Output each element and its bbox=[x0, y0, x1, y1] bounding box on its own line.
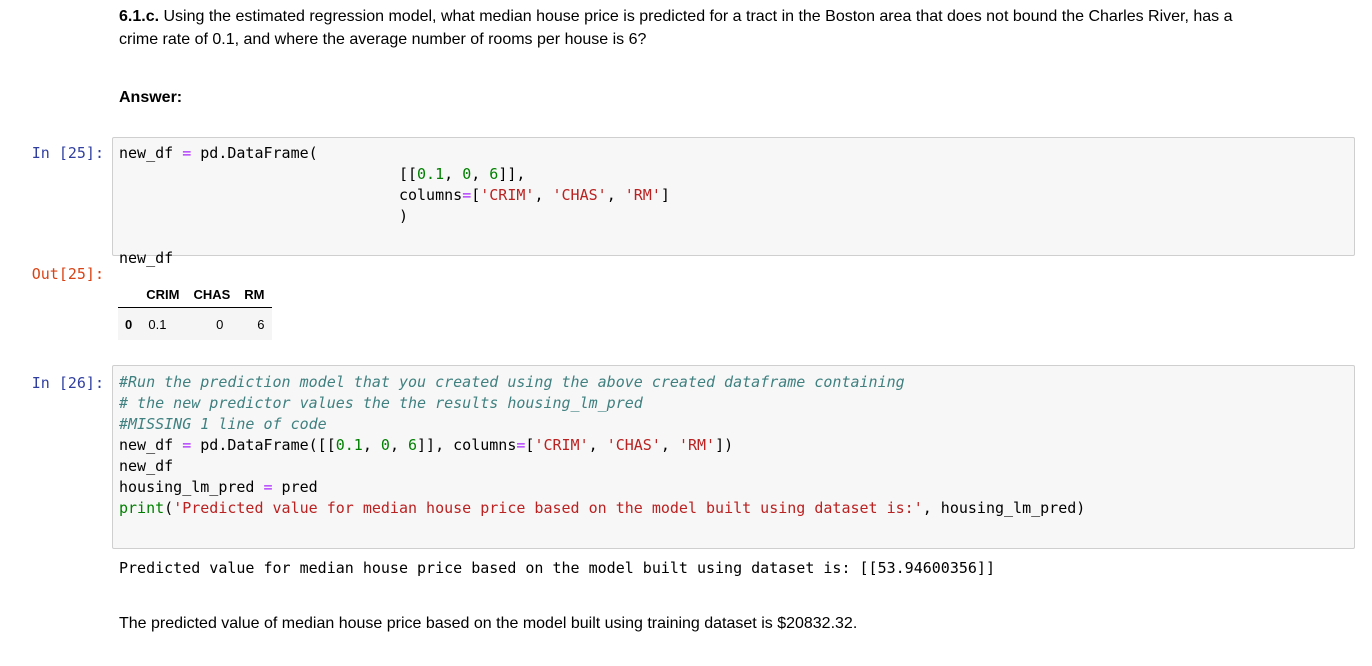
question-label: 6.1.c. bbox=[119, 8, 160, 25]
question-body-1: Using the estimated regression model, wh… bbox=[159, 8, 1233, 25]
column-header: CRIM bbox=[139, 282, 187, 308]
code-editor-25[interactable]: new_df = pd.DataFrame( [[0.1, 0, 6]], co… bbox=[119, 143, 670, 269]
table-cell: 0 bbox=[216, 316, 224, 332]
column-header: RM bbox=[237, 282, 272, 308]
code-editor-26[interactable]: #Run the prediction model that you creat… bbox=[119, 372, 1085, 519]
table-header-row: CRIM CHAS RM bbox=[118, 282, 272, 308]
out-prompt-25: Out[25]: bbox=[31, 265, 104, 283]
row-index: 0 bbox=[125, 316, 133, 332]
in-prompt-26: In [26]: bbox=[31, 374, 104, 392]
code-cell-25[interactable]: new_df = pd.DataFrame( [[0.1, 0, 6]], co… bbox=[112, 137, 1355, 267]
code-cell-26[interactable]: #Run the prediction model that you creat… bbox=[112, 365, 1355, 549]
answer-heading-text: Answer: bbox=[119, 89, 183, 106]
question-text: 6.1.c. Using the estimated regression mo… bbox=[119, 5, 1359, 51]
question-line-2: crime rate of 0.1, and where the average… bbox=[119, 31, 647, 48]
index-header bbox=[118, 282, 140, 308]
question-line-1: 6.1.c. Using the estimated regression mo… bbox=[119, 5, 1359, 28]
answer-heading: Answer: bbox=[119, 86, 182, 109]
table-cell: 0.1 bbox=[148, 316, 167, 332]
in-prompt-25: In [25]: bbox=[31, 144, 104, 162]
conclusion-text: The predicted value of median house pric… bbox=[119, 615, 858, 632]
output-text-26: Predicted value for median house price b… bbox=[119, 559, 995, 577]
dataframe-table: CRIM CHAS RM 0 0.1 0 6 bbox=[118, 282, 272, 340]
table-cell: 6 bbox=[257, 316, 265, 332]
column-header: CHAS bbox=[186, 282, 238, 308]
table-row: 0 0.1 0 6 bbox=[118, 307, 272, 340]
